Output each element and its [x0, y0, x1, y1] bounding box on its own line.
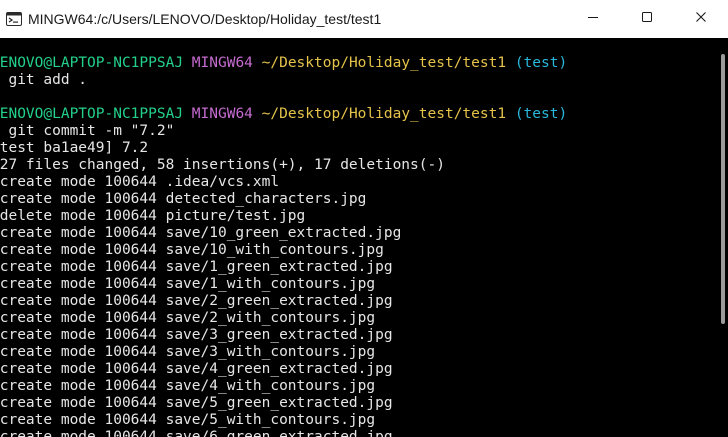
output-line: create mode 100644 save/4_with_contours.… — [0, 378, 376, 394]
output-line: create mode 100644 save/10_green_extract… — [0, 225, 402, 241]
prompt-line: LENOVO@LAPTOP-NC1PPSAJ MINGW64 ~/Desktop… — [0, 55, 567, 72]
git-bash-icon — [6, 11, 22, 27]
terminal-window: MINGW64:/c/Users/LENOVO/Desktop/Holiday_… — [0, 0, 728, 437]
output-line: create mode 100644 save/5_with_contours.… — [0, 412, 376, 428]
maximize-button[interactable] — [620, 0, 674, 38]
output-line: create mode 100644 save/3_with_contours.… — [0, 344, 376, 360]
prompt-path: ~/Desktop/Holiday_test/test1 — [261, 55, 507, 71]
output-line: create mode 100644 .idea/vcs.xml — [0, 174, 280, 190]
output-line: create mode 100644 detected_characters.j… — [0, 191, 367, 207]
prompt-user: LENOVO@LAPTOP-NC1PPSAJ — [0, 55, 184, 71]
output-line: 27 files changed, 58 insertions(+), 17 d… — [0, 157, 445, 173]
minimize-button[interactable] — [566, 0, 620, 38]
output-line: create mode 100644 save/2_green_extracte… — [0, 293, 393, 309]
prompt-system: MINGW64 — [191, 55, 253, 71]
output-line: create mode 100644 save/4_green_extracte… — [0, 361, 393, 377]
output-line: create mode 100644 save/2_with_contours.… — [0, 310, 376, 326]
output-line: create mode 100644 save/6_green_extracte… — [0, 429, 393, 437]
scrollbar-thumb[interactable] — [721, 54, 725, 324]
output-line: create mode 100644 save/5_green_extracte… — [0, 395, 393, 411]
prompt-user: LENOVO@LAPTOP-NC1PPSAJ — [0, 106, 184, 122]
scrollbar[interactable] — [718, 38, 728, 437]
output-line: create mode 100644 save/1_with_contours.… — [0, 276, 376, 292]
output-line: create mode 100644 save/10_with_contours… — [0, 242, 384, 258]
output-line: create mode 100644 save/3_green_extracte… — [0, 327, 393, 343]
terminal-output[interactable]: LENOVO@LAPTOP-NC1PPSAJ MINGW64 ~/Desktop… — [0, 38, 718, 437]
window-controls — [566, 0, 728, 38]
prompt-system: MINGW64 — [191, 106, 253, 122]
prompt-branch: (test) — [514, 106, 568, 122]
minimize-icon — [587, 10, 599, 28]
output-line: [test ba1ae49] 7.2 — [0, 140, 149, 156]
close-icon — [695, 10, 707, 28]
command-line: $ git commit -m "7.2" — [0, 123, 175, 139]
command-line: $ git add . — [0, 72, 88, 88]
title-bar[interactable]: MINGW64:/c/Users/LENOVO/Desktop/Holiday_… — [0, 0, 728, 38]
maximize-icon — [641, 10, 653, 28]
output-line: create mode 100644 save/1_green_extracte… — [0, 259, 393, 275]
prompt-path: ~/Desktop/Holiday_test/test1 — [261, 106, 507, 122]
output-line: delete mode 100644 picture/test.jpg — [0, 208, 306, 224]
prompt-line: LENOVO@LAPTOP-NC1PPSAJ MINGW64 ~/Desktop… — [0, 106, 567, 123]
prompt-branch: (test) — [514, 55, 568, 71]
window-title: MINGW64:/c/Users/LENOVO/Desktop/Holiday_… — [28, 11, 382, 27]
close-button[interactable] — [674, 0, 728, 38]
